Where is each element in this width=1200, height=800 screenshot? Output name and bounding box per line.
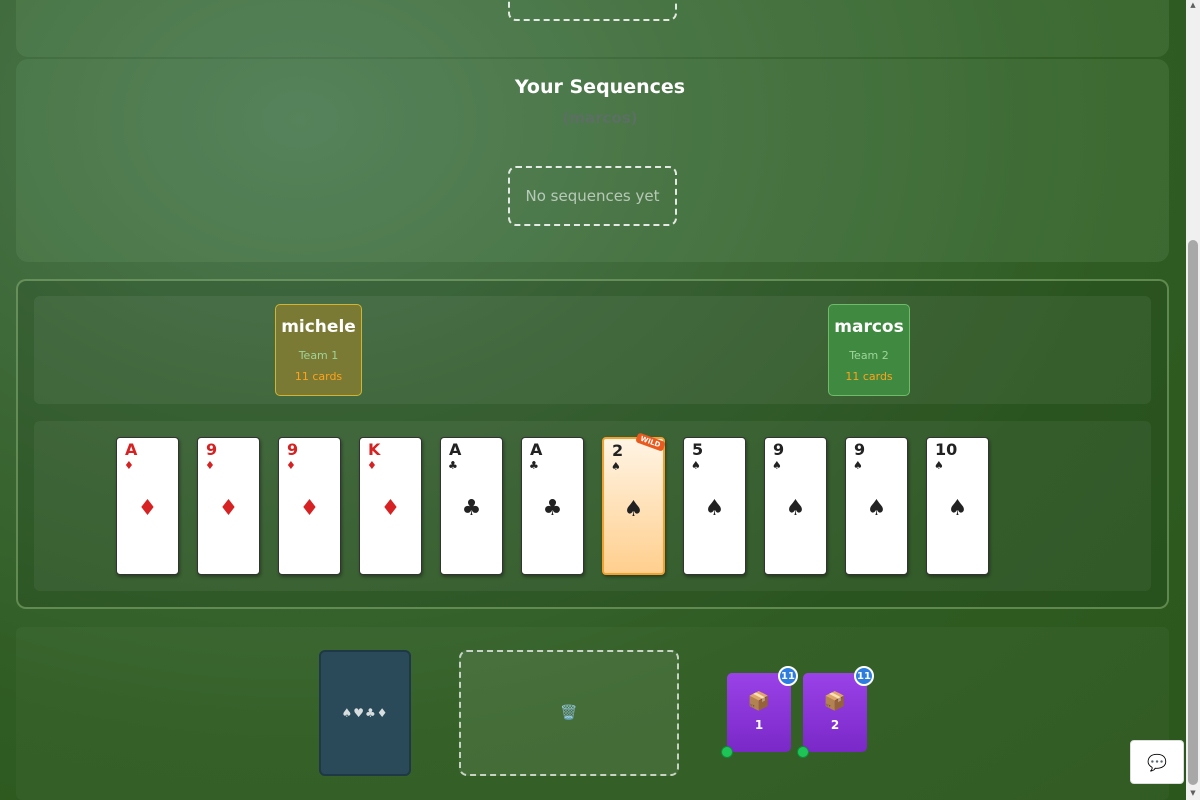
card-suit-icon: ♠	[785, 496, 806, 521]
draw-deck[interactable]: ♠♥♣♦	[319, 650, 411, 776]
player-card-count: 11 cards	[845, 370, 893, 383]
reserve-pile-1[interactable]: 📦 1 11	[721, 666, 798, 758]
player-card-marcos: marcos Team 2 11 cards	[828, 304, 910, 396]
card-suit-small: ♠	[691, 459, 701, 472]
card-rank: A	[125, 440, 138, 459]
card-suit-icon: ♠	[866, 496, 887, 521]
sequences-dropzone[interactable]: No sequences yet	[508, 166, 677, 226]
card-rank: 10	[935, 440, 958, 459]
hand-card[interactable]: 9 ♦ ♦	[278, 437, 341, 575]
card-suit-small: ♦	[124, 459, 134, 472]
hand-card[interactable]: A ♣ ♣	[521, 437, 584, 575]
card-rank: 5	[692, 440, 704, 459]
card-rank: A	[449, 440, 462, 459]
hand-card[interactable]: 9 ♠ ♠	[764, 437, 827, 575]
deck-suits-label: ♠♥♣♦	[341, 706, 389, 720]
card-suit-icon: ♣	[542, 496, 563, 521]
card-rank: 9	[206, 440, 218, 459]
scroll-up-arrow[interactable]: ▲	[1188, 1, 1198, 9]
pile-count-badge: 11	[854, 666, 874, 686]
card-rank: 9	[854, 440, 866, 459]
hand-card[interactable]: A ♦ ♦	[116, 437, 179, 575]
hand-card[interactable]: 10 ♠ ♠	[926, 437, 989, 575]
status-dot	[797, 746, 809, 758]
reserve-pile-2[interactable]: 📦 2 11	[797, 666, 874, 758]
card-suit-small: ♠	[853, 459, 863, 472]
pile-label: 1	[754, 718, 764, 732]
card-rank: A	[530, 440, 543, 459]
card-suit-small: ♣	[529, 459, 539, 472]
pile-count-badge: 11	[778, 666, 798, 686]
players-row	[34, 296, 1151, 404]
trash-icon: 🗑️	[560, 705, 578, 721]
card-rank: 9	[287, 440, 299, 459]
card-suit-icon: ♠	[704, 496, 725, 521]
player-team: Team 2	[849, 349, 889, 362]
hand-card[interactable]: 2 ♠ ♠ WILD	[602, 432, 666, 575]
no-sequences-text: No sequences yet	[525, 187, 660, 205]
card-suit-icon: ♦	[218, 496, 239, 521]
hand-card[interactable]: 5 ♠ ♠	[683, 437, 746, 575]
hand-card[interactable]: K ♦ ♦	[359, 437, 422, 575]
player-team: Team 1	[298, 349, 339, 362]
hand-card[interactable]: A ♣ ♣	[440, 437, 503, 575]
package-icon: 📦	[823, 691, 847, 712]
player-card-count: 11 cards	[294, 370, 343, 383]
pile-label: 2	[830, 718, 840, 732]
opponent-sequences-dropzone	[508, 0, 677, 21]
scrollbar-thumb[interactable]	[1188, 240, 1198, 785]
scroll-down-arrow[interactable]: ▼	[1188, 789, 1198, 797]
card-suit-icon: ♦	[299, 496, 320, 521]
card-suit-small: ♦	[205, 459, 215, 472]
player-card-michele: michele Team 1 11 cards	[275, 304, 362, 396]
card-suit-icon: ♦	[380, 496, 401, 521]
hand-card[interactable]: 9 ♦ ♦	[197, 437, 260, 575]
player-name: michele	[281, 317, 356, 337]
sequences-owner: (marcos)	[562, 109, 638, 127]
chat-icon: 💬	[1147, 752, 1167, 772]
card-suit-small: ♦	[367, 459, 377, 472]
card-suit-small: ♠	[772, 459, 782, 472]
chat-button[interactable]: 💬	[1130, 740, 1184, 784]
card-suit-small: ♦	[286, 459, 296, 472]
card-suit-icon: ♦	[137, 496, 158, 521]
card-suit-icon: ♠	[947, 496, 968, 521]
card-suit-small: ♠	[934, 459, 944, 472]
card-suit-small: ♣	[448, 459, 458, 472]
player-name: marcos	[834, 317, 904, 337]
sequences-title: Your Sequences	[514, 76, 686, 98]
card-suit-icon: ♣	[461, 496, 482, 521]
card-rank: K	[368, 440, 381, 459]
card-suit-icon: ♠	[623, 497, 644, 522]
card-suit-small: ♠	[611, 460, 621, 473]
status-dot	[721, 746, 733, 758]
card-rank: 2	[612, 441, 624, 460]
discard-pile[interactable]: 🗑️	[459, 650, 679, 776]
card-rank: 9	[773, 440, 785, 459]
hand-card[interactable]: 9 ♠ ♠	[845, 437, 908, 575]
package-icon: 📦	[747, 691, 771, 712]
